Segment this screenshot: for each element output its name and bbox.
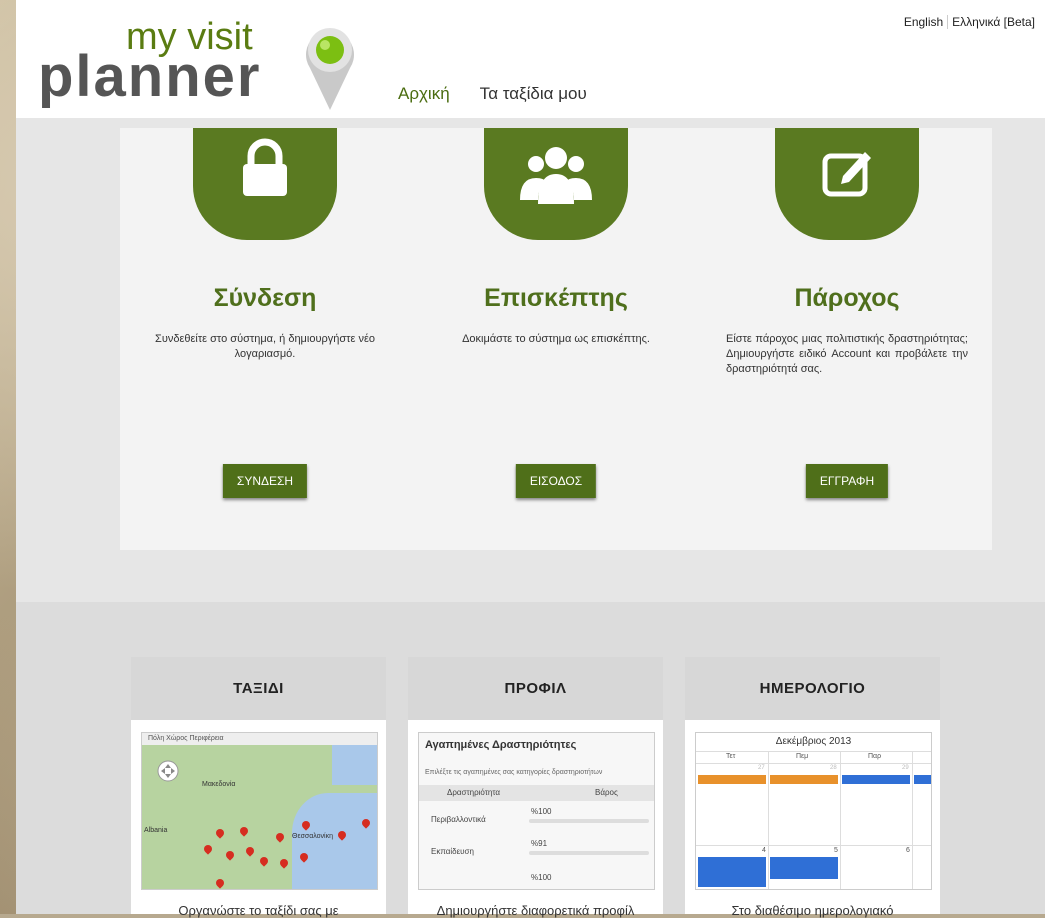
calendar-month: Δεκέμβριος 2013 — [775, 736, 852, 747]
favorites-title: Αγαπημένες Δραστηριότητες — [425, 739, 577, 751]
map-pan-icon[interactable] — [156, 759, 180, 783]
activity-name: Εκπαίδευση — [431, 847, 474, 856]
login-title: Σύνδεση — [213, 284, 317, 312]
guest-text: Δοκιμάστε το σύστημα ως επισκέπτης. — [462, 333, 650, 345]
profile-card-title: ΠΡΟΦΙΛ — [408, 657, 663, 720]
trip-card-title: ΤΑΞΙΔΙ — [131, 657, 386, 720]
weight-slider[interactable] — [529, 851, 649, 855]
favorites-header: Δραστηριότητα Βάρος — [419, 785, 654, 801]
login-icon-tab — [193, 128, 337, 240]
date-number: 29 — [902, 765, 909, 771]
map-marker[interactable] — [214, 827, 226, 839]
map-label-thessaloniki: Θεσσαλονίκη — [292, 833, 333, 840]
profile-thumbnail: Αγαπημένες Δραστηριότητες Επιλέξτε τις α… — [418, 732, 655, 890]
map-marker[interactable] — [202, 843, 214, 855]
features-band: ΤΑΞΙΔΙ Πόλη Χώρος Περιφέρεια Μακεδονία Θ… — [16, 602, 1045, 918]
favorites-subtitle: Επιλέξτε τις αγαπημένες σας κατηγορίες δ… — [425, 769, 603, 776]
date-number: 28 — [830, 765, 837, 771]
guest-icon-tab — [484, 128, 628, 240]
map-marker[interactable] — [244, 845, 256, 857]
map-marker[interactable] — [238, 825, 250, 837]
map-marker[interactable] — [258, 855, 270, 867]
login-button[interactable]: ΣΥΝΔΕΣΗ — [222, 464, 308, 498]
calendar-card-text: Στο διαθέσιμο ημερολογιακό — [731, 903, 894, 918]
day-header: Τετ — [726, 753, 736, 760]
calendar-thumbnail: Δεκέμβριος 2013 Τετ Πεμ Παρ 27 28 29 4 5… — [695, 732, 932, 890]
activity-row: Περιβαλλοντικά %100 — [419, 807, 654, 827]
calendar-card[interactable]: ΗΜΕΡΟΛΟΓΙΟ Δεκέμβριος 2013 Τετ Πεμ Παρ 2… — [685, 657, 940, 918]
date-number: 27 — [758, 765, 765, 771]
logo-bottom-text: planner — [38, 44, 262, 109]
calendar-event[interactable] — [698, 857, 766, 887]
weight-slider[interactable] — [529, 819, 649, 823]
trip-card[interactable]: ΤΑΞΙΔΙ Πόλη Χώρος Περιφέρεια Μακεδονία Θ… — [131, 657, 386, 918]
provider-register-button[interactable]: ΕΓΓΡΑΦΗ — [805, 464, 889, 498]
profile-card[interactable]: ΠΡΟΦΙΛ Αγαπημένες Δραστηριότητες Επιλέξτ… — [408, 657, 663, 918]
lang-english[interactable]: English — [900, 15, 947, 29]
lang-greek[interactable]: Ελληνικά [Beta] — [947, 15, 1039, 29]
grid-line — [768, 751, 769, 889]
profile-card-text: Δημιουργήστε διαφορετικά προφίλ — [436, 903, 635, 918]
provider-icon-tab — [775, 128, 919, 240]
grid-line — [912, 751, 913, 889]
day-header: Παρ — [868, 753, 882, 760]
options-panel: Σύνδεση Συνδεθείτε στο σύστημα, ή δημιου… — [120, 128, 992, 550]
nav-home[interactable]: Αρχική — [398, 84, 450, 104]
grid-line — [696, 763, 931, 764]
map-marker[interactable] — [278, 857, 290, 869]
guest-title: Επισκέπτης — [484, 284, 628, 312]
sea-area-north — [332, 745, 377, 785]
edit-icon — [822, 152, 871, 197]
map-label-albania: Albania — [144, 827, 168, 834]
calendar-card-title: ΗΜΕΡΟΛΟΓΙΟ — [685, 657, 940, 720]
users-icon — [520, 147, 592, 204]
date-number: 5 — [834, 847, 838, 854]
map-marker[interactable] — [214, 877, 226, 889]
day-header: Πεμ — [796, 753, 809, 760]
calendar-event[interactable] — [770, 775, 838, 784]
lock-icon — [243, 138, 287, 196]
weight-column-header: Βάρος — [595, 788, 618, 797]
map-controls[interactable]: Πόλη Χώρος Περιφέρεια — [142, 733, 377, 745]
map-marker[interactable] — [274, 831, 286, 843]
main-nav: Αρχική Τα ταξίδια μου — [398, 84, 587, 104]
map-label-macedonia: Μακεδονία — [202, 781, 236, 788]
activity-row: %100 — [419, 873, 654, 889]
provider-title: Πάροχος — [794, 284, 900, 312]
date-number: 6 — [906, 847, 910, 854]
sea-area — [292, 793, 377, 889]
calendar-event[interactable] — [770, 857, 838, 879]
calendar-event[interactable] — [914, 775, 931, 784]
map-pin-icon — [306, 28, 354, 110]
activity-row: Εκπαίδευση %91 — [419, 839, 654, 859]
activity-column-header: Δραστηριότητα — [447, 788, 501, 797]
language-switcher: English Ελληνικά [Beta] — [900, 15, 1039, 29]
activity-value: %100 — [531, 873, 552, 882]
provider-text: Είστε πάροχος μιας πολιτιστικής δραστηρι… — [726, 333, 968, 375]
map-marker[interactable] — [224, 849, 236, 861]
trip-card-text: Οργανώστε το ταξίδι σας με — [178, 903, 339, 918]
calendar-event[interactable] — [698, 775, 766, 784]
nav-my-trips[interactable]: Τα ταξίδια μου — [480, 84, 587, 104]
date-number: 4 — [762, 847, 766, 854]
header: my visit planner Αρχική Τα ταξίδια μου E… — [16, 0, 1045, 118]
grid-line — [696, 751, 931, 752]
guest-enter-button[interactable]: ΕΙΣΟΔΟΣ — [515, 464, 597, 498]
calendar-event[interactable] — [842, 775, 910, 784]
trip-map-thumbnail: Πόλη Χώρος Περιφέρεια Μακεδονία Θεσσαλον… — [141, 732, 378, 890]
activity-value: %91 — [531, 839, 548, 848]
activity-name: Περιβαλλοντικά — [431, 815, 486, 824]
activity-value: %100 — [531, 807, 552, 816]
grid-line — [840, 751, 841, 889]
login-band: Σύνδεση Συνδεθείτε στο σύστημα, ή δημιου… — [16, 118, 1045, 602]
login-text: Συνδεθείτε στο σύστημα, ή δημιουργήστε ν… — [155, 333, 375, 360]
grid-line — [696, 845, 931, 846]
